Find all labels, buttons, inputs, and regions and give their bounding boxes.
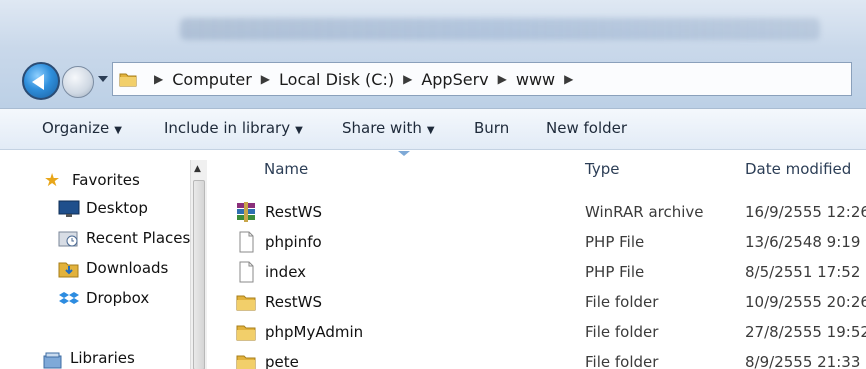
table-row[interactable]: RestWS File folder 10/9/2555 20:26 [235, 289, 866, 319]
sort-indicator-icon [398, 151, 410, 156]
table-row[interactable]: phpMyAdmin File folder 27/8/2555 19:52 [235, 319, 866, 349]
winrar-icon [237, 202, 255, 222]
sidebar-item-label: Desktop [86, 199, 148, 217]
chevron-down-icon: ▼ [426, 125, 435, 136]
sidebar-item-label: Recent Places [86, 229, 191, 247]
file-name: phpMyAdmin [265, 323, 364, 341]
table-row[interactable]: RestWS WinRAR archive 16/9/2555 12:26 [235, 199, 866, 229]
share-with-label: Share with [342, 119, 422, 137]
organize-button[interactable]: Organize ▼ [42, 119, 122, 137]
downloads-icon [58, 262, 79, 278]
include-in-library-label: Include in library [164, 119, 291, 137]
recent-pages-dropdown[interactable] [98, 76, 108, 82]
chevron-down-icon: ▼ [114, 125, 122, 136]
folder-icon [236, 295, 256, 311]
column-header-type[interactable]: Type [585, 160, 619, 178]
sidebar-item-downloads[interactable]: Downloads [58, 259, 188, 281]
file-date: 16/9/2555 12:26 [745, 203, 866, 221]
column-header-date-modified[interactable]: Date modified [745, 160, 851, 178]
file-date: 8/5/2551 17:52 [745, 263, 861, 281]
file-name: pete [265, 353, 299, 369]
organize-label: Organize [42, 119, 110, 137]
chevron-down-icon: ▼ [295, 125, 303, 136]
column-header-name[interactable]: Name [264, 160, 308, 178]
star-icon: ★ [44, 170, 61, 191]
file-date: 8/9/2555 21:33 [745, 353, 861, 369]
file-type: WinRAR archive [585, 203, 704, 221]
table-row[interactable]: phpinfo PHP File 13/6/2548 9:19 [235, 229, 866, 259]
desktop-icon [58, 200, 80, 217]
libraries-icon [43, 352, 62, 369]
folder-icon [236, 325, 256, 341]
breadcrumb-separator[interactable]: ▶ [261, 72, 270, 86]
file-date: 13/6/2548 9:19 [745, 233, 861, 251]
command-bar: Organize ▼ Include in library ▼ Share with… [0, 108, 866, 150]
scrollbar-thumb[interactable] [193, 180, 205, 369]
file-icon [239, 231, 254, 253]
file-type: File folder [585, 293, 659, 311]
breadcrumb-separator[interactable]: ▶ [564, 72, 573, 86]
table-row[interactable]: index PHP File 8/5/2551 17:52 [235, 259, 866, 289]
file-name: phpinfo [265, 233, 322, 251]
title-bar: ▶ Computer ▶ Local Disk (C:) ▶ AppServ ▶… [0, 0, 866, 108]
sidebar-item-desktop[interactable]: Desktop [58, 199, 188, 221]
file-type: PHP File [585, 263, 645, 281]
folder-icon [119, 73, 137, 87]
explorer-window: ▶ Computer ▶ Local Disk (C:) ▶ AppServ ▶… [0, 0, 866, 369]
file-date: 10/9/2555 20:26 [745, 293, 866, 311]
folder-icon [236, 355, 256, 369]
file-type: File folder [585, 323, 659, 341]
breadcrumb-separator[interactable]: ▶ [403, 72, 412, 86]
breadcrumb-computer[interactable]: Computer [172, 70, 252, 89]
sidebar-favorites[interactable]: Favorites [72, 171, 140, 189]
file-type: File folder [585, 353, 659, 369]
recent-places-icon [58, 231, 78, 247]
sidebar-item-dropbox[interactable]: Dropbox [58, 289, 188, 311]
file-icon [239, 261, 254, 283]
sidebar-scrollbar[interactable]: ▲ [190, 160, 207, 369]
table-row[interactable]: pete File folder 8/9/2555 21:33 [235, 349, 866, 369]
forward-button[interactable] [62, 66, 94, 98]
dropbox-icon [59, 292, 79, 304]
breadcrumb-separator[interactable]: ▶ [498, 72, 507, 86]
scroll-up-icon[interactable]: ▲ [194, 164, 201, 174]
breadcrumb-separator: ▶ [154, 72, 164, 86]
sidebar-item-label: Dropbox [86, 289, 150, 307]
new-folder-button[interactable]: New folder [546, 119, 627, 137]
address-bar[interactable]: ▶ Computer ▶ Local Disk (C:) ▶ AppServ ▶… [112, 62, 852, 96]
sidebar-item-label: Downloads [86, 259, 169, 277]
breadcrumb-www[interactable]: www [516, 70, 555, 89]
file-name: RestWS [265, 203, 323, 221]
blurred-background [180, 18, 820, 40]
file-name: RestWS [265, 293, 323, 311]
breadcrumb-appserv[interactable]: AppServ [421, 70, 488, 89]
include-in-library-button[interactable]: Include in library ▼ [164, 119, 303, 137]
file-date: 27/8/2555 19:52 [745, 323, 866, 341]
breadcrumb-local-disk[interactable]: Local Disk (C:) [279, 70, 394, 89]
sidebar-libraries[interactable]: Libraries [42, 349, 182, 369]
file-name: index [265, 263, 307, 281]
burn-button[interactable]: Burn [474, 119, 509, 137]
sidebar-item-recent-places[interactable]: Recent Places [58, 229, 191, 251]
sidebar-item-label: Libraries [70, 349, 135, 367]
share-with-button[interactable]: Share with ▼ [342, 119, 435, 137]
back-button[interactable] [22, 62, 60, 100]
file-type: PHP File [585, 233, 645, 251]
